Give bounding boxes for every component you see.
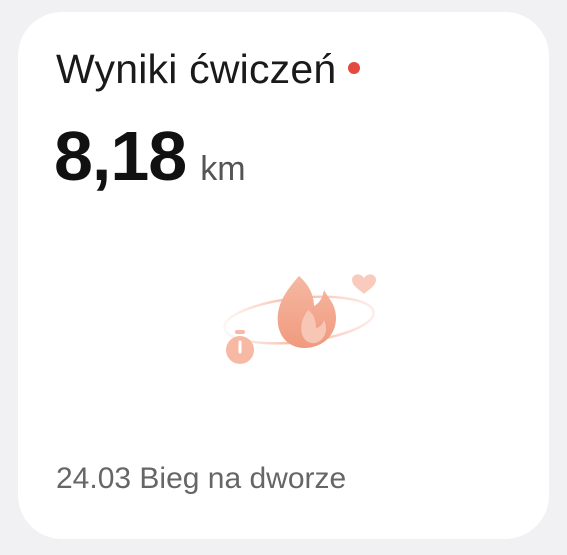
exercise-results-widget[interactable]: Wyniki ćwiczeń 8,18 km 24.03 Bieg na dwo… <box>18 12 549 539</box>
activity-date-type: 24.03 Bieg na dworze <box>56 462 347 495</box>
notification-dot <box>348 61 361 74</box>
widget-title: Wyniki ćwiczeń <box>56 46 337 92</box>
title-row: Wyniki ćwiczeń <box>56 46 361 93</box>
distance-unit: km <box>200 150 246 188</box>
fire-exercise-icon <box>223 274 376 364</box>
distance-row: 8,18 km <box>54 116 246 196</box>
distance-value: 8,18 <box>54 117 187 195</box>
